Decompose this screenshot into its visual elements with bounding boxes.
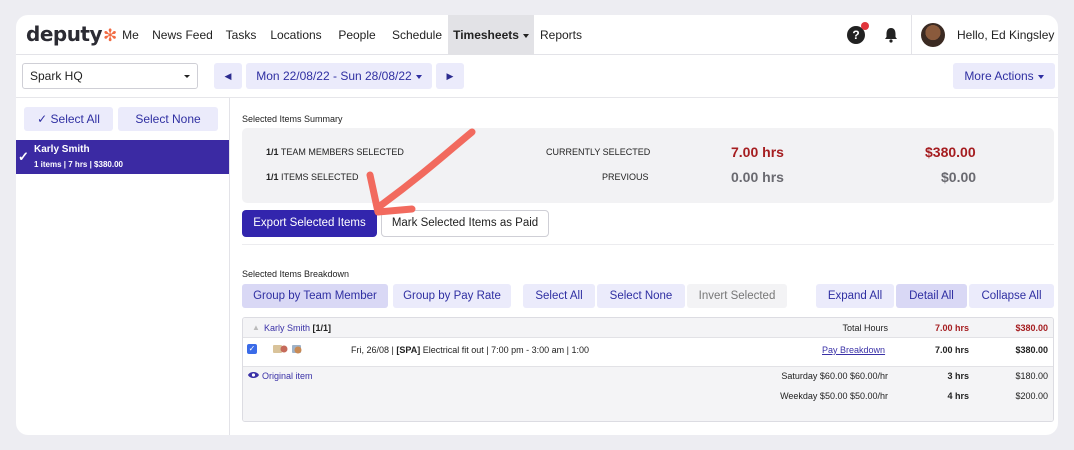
user-greeting: Hello, Ed Kingsley (957, 28, 1055, 42)
nav-tasks[interactable]: Tasks (221, 15, 261, 55)
top-navigation: deputy✻ Me News Feed Tasks Locations Peo… (16, 15, 1058, 78)
collapse-all-button[interactable]: Collapse All (969, 284, 1054, 308)
rate-label: Weekday $50.00 $50.00/hr (780, 391, 888, 401)
nav-divider (911, 15, 912, 55)
previous-cost: $0.00 (941, 169, 977, 185)
shift-cost: $380.00 (1015, 345, 1048, 355)
nav-schedule[interactable]: Schedule (389, 15, 445, 55)
week-range-select[interactable]: Mon 22/08/22 - Sun 28/08/22 (246, 63, 432, 89)
app-window: deputy✻ Me News Feed Tasks Locations Peo… (16, 15, 1058, 435)
breakdown-title: Selected Items Breakdown (242, 269, 350, 279)
user-avatar[interactable] (921, 23, 945, 47)
items-label: ITEMS SELECTED (281, 172, 359, 182)
rate-hours: 3 hrs (947, 371, 969, 381)
eye-icon (248, 372, 259, 378)
shift-code: [SPA] (396, 345, 421, 355)
timesheet-status-icons (273, 345, 302, 354)
chevron-down-icon (184, 75, 190, 78)
invert-selected-button[interactable]: Invert Selected (687, 284, 787, 308)
current-cost: $380.00 (925, 144, 976, 160)
nav-locations[interactable]: Locations (266, 15, 326, 55)
shift-details: Fri, 26/08 | [SPA] Electrical fit out | … (351, 345, 589, 355)
group-by-pay-rate-button[interactable]: Group by Pay Rate (393, 284, 511, 308)
items-count: 1/1 (266, 172, 279, 182)
bell-icon[interactable] (882, 26, 900, 44)
user-menu[interactable]: Hello, Ed Kingsley (957, 15, 1058, 78)
breakdown-table: ▲ Karly Smith [1/1] Total Hours 7.00 hrs… (242, 317, 1054, 422)
member-meta: 1 items | 7 hrs | $380.00 (34, 160, 123, 169)
nav-timesheets-label: Timesheets (453, 28, 519, 42)
group-member-count: [1/1] (312, 323, 332, 333)
rate-cost: $200.00 (1015, 391, 1048, 401)
group-member[interactable]: Karly Smith [1/1] (264, 323, 331, 333)
select-all-items-button[interactable]: Select All (523, 284, 595, 308)
location-value: Spark HQ (30, 69, 83, 83)
pay-breakdown-link[interactable]: Pay Breakdown (822, 345, 885, 355)
team-member-panel: ✓ Select All Select None ✓ Karly Smith 1… (16, 98, 230, 435)
nav-reports[interactable]: Reports (537, 15, 585, 55)
nav-me[interactable]: Me (114, 15, 147, 55)
collapse-arrow-icon[interactable]: ▲ (252, 323, 260, 332)
team-label: TEAM MEMBERS SELECTED (280, 147, 404, 157)
team-member-item[interactable]: ✓ Karly Smith 1 items | 7 hrs | $380.00 (16, 140, 229, 174)
export-selected-items-button[interactable]: Export Selected Items (242, 210, 377, 237)
total-cost-value: $380.00 (1015, 323, 1048, 333)
nav-people[interactable]: People (334, 15, 380, 55)
pay-rate-breakdown (243, 366, 1053, 421)
nav-timesheets[interactable]: Timesheets (448, 15, 534, 55)
mark-paid-button[interactable]: Mark Selected Items as Paid (381, 210, 549, 237)
total-hours-label: Total Hours (842, 323, 888, 333)
group-by-team-member-button[interactable]: Group by Team Member (242, 284, 388, 308)
chevron-down-icon (522, 33, 529, 38)
chevron-down-icon (1037, 74, 1044, 79)
previous-hours: 0.00 hrs (731, 169, 784, 185)
shift-description: Electrical fit out | 7:00 pm - 3:00 am |… (422, 345, 589, 355)
previous-week-button[interactable]: ◀ (214, 63, 242, 89)
chevron-down-icon (415, 74, 422, 79)
select-none-items-button[interactable]: Select None (597, 284, 685, 308)
item-checkbox[interactable]: ✓ (247, 344, 257, 354)
deputy-logo[interactable]: deputy✻ (26, 22, 117, 46)
group-member-name: Karly Smith (264, 323, 311, 333)
divider (242, 244, 1054, 245)
summary-box: 1/1 TEAM MEMBERS SELECTED 1/1 ITEMS SELE… (242, 128, 1054, 203)
items-selected: 1/1 ITEMS SELECTED (266, 172, 359, 182)
nav-news-feed[interactable]: News Feed (150, 15, 215, 55)
week-range-label: Mon 22/08/22 - Sun 28/08/22 (256, 69, 412, 83)
total-hours-value: 7.00 hrs (934, 323, 969, 333)
rate-label: Saturday $60.00 $60.00/hr (781, 371, 888, 381)
team-members-selected: 1/1 TEAM MEMBERS SELECTED (266, 147, 404, 157)
rate-cost: $180.00 (1015, 371, 1048, 381)
select-all-members-button[interactable]: ✓ Select All (24, 107, 113, 131)
original-item-link[interactable]: Original item (262, 371, 313, 381)
current-hours: 7.00 hrs (731, 144, 784, 160)
expand-all-button[interactable]: Expand All (816, 284, 894, 308)
shift-date: Fri, 26/08 | (351, 345, 394, 355)
shift-hours: 7.00 hrs (934, 345, 969, 355)
team-count: 1/1 (266, 147, 279, 157)
member-name: Karly Smith (34, 144, 90, 155)
detail-all-button[interactable]: Detail All (896, 284, 967, 308)
member-group-header: ▲ Karly Smith [1/1] Total Hours 7.00 hrs… (243, 318, 1053, 338)
select-none-members-button[interactable]: Select None (118, 107, 218, 131)
next-week-button[interactable]: ▶ (436, 63, 464, 89)
more-actions-button[interactable]: More Actions (953, 63, 1055, 89)
previous-label: PREVIOUS (602, 172, 649, 182)
currently-selected-label: CURRENTLY SELECTED (546, 147, 651, 157)
check-icon: ✓ (18, 149, 29, 164)
help-icon[interactable]: ? (847, 22, 869, 44)
rate-hours: 4 hrs (947, 391, 969, 401)
more-actions-label: More Actions (964, 69, 1034, 83)
location-select[interactable]: Spark HQ (22, 63, 198, 89)
summary-title: Selected Items Summary (242, 114, 343, 124)
notification-dot (861, 22, 869, 30)
brand-name: deputy (26, 22, 103, 46)
